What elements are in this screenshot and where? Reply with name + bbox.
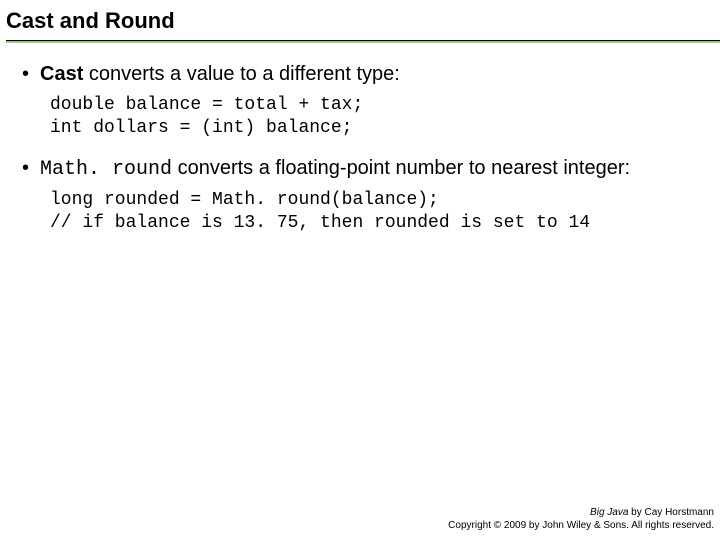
bullet-dot: • [22, 61, 40, 88]
slide-header: Cast and Round [0, 0, 720, 43]
slide-footer: Big Java by Cay Horstmann Copyright © 20… [448, 507, 714, 532]
bullet-dot: • [22, 155, 40, 183]
bullet-1-bold: Cast [40, 63, 83, 85]
bullet-1: • Cast converts a value to a different t… [22, 61, 708, 88]
code-block-2: long rounded = Math. round(balance); // … [50, 189, 708, 234]
bullet-1-text: Cast converts a value to a different typ… [40, 61, 708, 88]
slide-title: Cast and Round [6, 8, 720, 38]
code-block-1: double balance = total + tax; int dollar… [50, 94, 708, 139]
bullet-2: • Math. round converts a floating-point … [22, 155, 708, 183]
footer-book-title: Big Java [590, 507, 628, 518]
bullet-2-rest: converts a floating-point number to near… [172, 157, 630, 179]
bullet-2-code: Math. round [40, 158, 172, 181]
footer-copyright: Copyright © 2009 by John Wiley & Sons. A… [448, 520, 714, 533]
footer-byline: by Cay Horstmann [628, 507, 714, 518]
bullet-2-text: Math. round converts a floating-point nu… [40, 155, 708, 183]
bullet-1-rest: converts a value to a different type: [83, 63, 399, 85]
footer-line-1: Big Java by Cay Horstmann [448, 507, 714, 520]
slide-body: • Cast converts a value to a different t… [0, 43, 720, 234]
